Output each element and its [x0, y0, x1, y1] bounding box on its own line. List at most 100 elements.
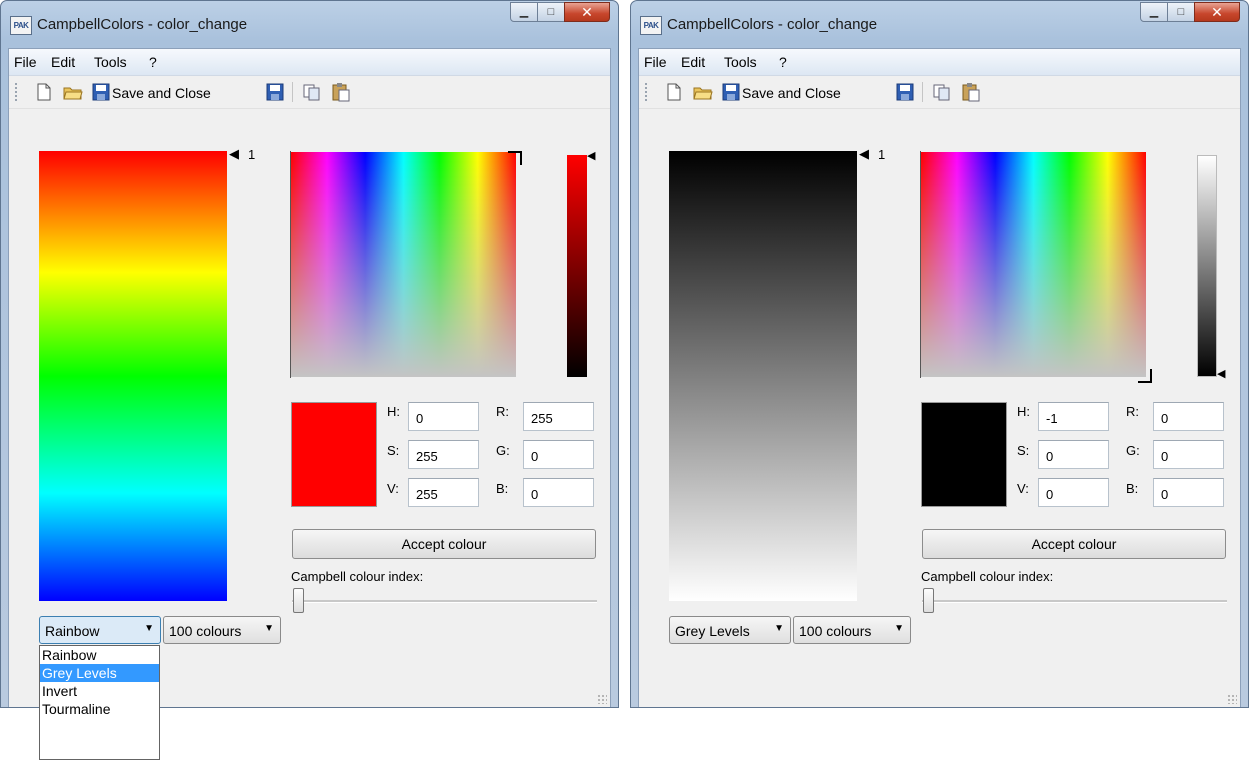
s-field[interactable]: 0	[1038, 440, 1109, 469]
minimize-button[interactable]: ▁	[1140, 2, 1168, 22]
colour-swatch	[921, 402, 1007, 507]
r-label: R:	[496, 404, 509, 419]
new-file-icon[interactable]	[664, 82, 684, 102]
open-folder-icon[interactable]	[693, 82, 713, 102]
save-and-close-button[interactable]: Save and Close	[112, 85, 211, 101]
picker-cursor-icon	[508, 151, 522, 165]
menu-file[interactable]: File	[14, 54, 37, 70]
open-folder-icon[interactable]	[63, 82, 83, 102]
g-label: G:	[1126, 443, 1140, 458]
palette-select[interactable]: Rainbow ▼	[39, 616, 161, 644]
g-field[interactable]: 0	[523, 440, 594, 469]
colour-count-select[interactable]: 100 colours ▼	[163, 616, 281, 644]
copy-icon[interactable]	[302, 82, 322, 102]
palette-option-invert[interactable]: Invert	[40, 682, 159, 700]
new-file-icon[interactable]	[34, 82, 54, 102]
paste-icon[interactable]	[331, 82, 351, 102]
accept-colour-button[interactable]: Accept colour	[922, 529, 1226, 559]
g-field[interactable]: 0	[1153, 440, 1224, 469]
b-label: B:	[496, 481, 509, 496]
h-field[interactable]: 0	[408, 402, 479, 431]
value-slider-bar[interactable]	[567, 155, 587, 377]
hue-saturation-picker[interactable]	[290, 151, 522, 378]
menu-tools[interactable]: Tools	[724, 54, 757, 70]
campbell-index-label: Campbell colour index:	[921, 569, 1054, 584]
toolbar-grip[interactable]	[15, 83, 17, 101]
campbell-index-label: Campbell colour index:	[291, 569, 424, 584]
h-label: H:	[1017, 404, 1030, 419]
palette-option-tourmaline[interactable]: Tourmaline	[40, 700, 159, 718]
colour-count-select[interactable]: 100 colours ▼	[793, 616, 911, 644]
minimize-icon: ▁	[1149, 6, 1159, 18]
palette-select-value: Rainbow	[45, 623, 100, 639]
title-bar[interactable]: PAK CampbellColors - color_change ▁ □ ✕	[631, 1, 1248, 48]
save-icon[interactable]	[91, 82, 111, 102]
window-title: CampbellColors - color_change	[667, 16, 878, 33]
r-field[interactable]: 0	[1153, 402, 1224, 431]
palette-option-grey-levels[interactable]: Grey Levels	[40, 664, 159, 682]
chevron-down-icon: ▼	[894, 623, 904, 634]
b-field[interactable]: 0	[1153, 478, 1224, 507]
resize-grip[interactable]	[1227, 694, 1237, 704]
save-as-icon[interactable]	[895, 82, 915, 102]
colour-index-label: 1	[248, 147, 256, 162]
toolbar-grip[interactable]	[645, 83, 647, 101]
index-marker-icon[interactable]: ◀	[229, 146, 239, 162]
palette-dropdown-list: Rainbow Grey Levels Invert Tourmaline	[39, 645, 160, 760]
r-field[interactable]: 255	[523, 402, 594, 431]
palette-option-rainbow[interactable]: Rainbow	[40, 646, 159, 664]
toolbar-separator	[922, 82, 923, 102]
save-as-icon[interactable]	[265, 82, 285, 102]
value-marker-icon[interactable]: ◀	[587, 149, 595, 162]
save-icon[interactable]	[721, 82, 741, 102]
menu-help[interactable]: ?	[779, 54, 787, 70]
minimize-button[interactable]: ▁	[510, 2, 538, 22]
paste-icon[interactable]	[961, 82, 981, 102]
value-marker-icon[interactable]: ◀	[1217, 367, 1225, 380]
menu-edit[interactable]: Edit	[681, 54, 705, 70]
menu-help[interactable]: ?	[149, 54, 157, 70]
menu-edit[interactable]: Edit	[51, 54, 75, 70]
chevron-down-icon: ▼	[774, 623, 784, 634]
close-button[interactable]: ✕	[564, 2, 610, 22]
maximize-icon: □	[1177, 6, 1185, 18]
toolbar: Save and Close	[639, 76, 1240, 109]
close-button[interactable]: ✕	[1194, 2, 1240, 22]
index-marker-icon[interactable]: ◀	[859, 146, 869, 162]
campbell-index-slider[interactable]	[292, 600, 597, 603]
v-label: V:	[1017, 481, 1029, 496]
hue-saturation-picker[interactable]	[920, 151, 1152, 383]
client-area: File Edit Tools ? Save and Close ◀ 1 ◀ H…	[8, 48, 611, 760]
save-and-close-button[interactable]: Save and Close	[742, 85, 841, 101]
campbell-index-slider-thumb[interactable]	[293, 588, 304, 613]
campbell-index-slider[interactable]	[922, 600, 1227, 603]
maximize-button[interactable]: □	[1167, 2, 1195, 22]
palette-select-value: Grey Levels	[675, 623, 750, 639]
title-bar[interactable]: PAK CampbellColors - color_change ▁ □ ✕	[1, 1, 618, 48]
close-icon: ✕	[581, 4, 593, 20]
accept-colour-button[interactable]: Accept colour	[292, 529, 596, 559]
window-rainbow: PAK CampbellColors - color_change ▁ □ ✕ …	[0, 0, 619, 760]
h-field[interactable]: -1	[1038, 402, 1109, 431]
chevron-down-icon: ▼	[144, 623, 154, 634]
palette-colour-bar[interactable]	[669, 151, 857, 601]
v-field[interactable]: 0	[1038, 478, 1109, 507]
resize-grip[interactable]	[597, 694, 607, 704]
r-label: R:	[1126, 404, 1139, 419]
s-field[interactable]: 255	[408, 440, 479, 469]
menu-tools[interactable]: Tools	[94, 54, 127, 70]
s-label: S:	[387, 443, 400, 458]
menu-file[interactable]: File	[644, 54, 667, 70]
g-label: G:	[496, 443, 510, 458]
v-field[interactable]: 255	[408, 478, 479, 507]
maximize-button[interactable]: □	[537, 2, 565, 22]
copy-icon[interactable]	[932, 82, 952, 102]
campbell-index-slider-thumb[interactable]	[923, 588, 934, 613]
colour-editor: ◀ 1 ◀ H: 0 S: 255 V: 255 R: 255 G: 0 B: …	[9, 109, 610, 760]
colour-editor: ◀ 1 ◀ H: -1 S: 0 V: 0 R: 0 G: 0 B: 0 Acc…	[639, 109, 1240, 707]
value-slider-bar[interactable]	[1197, 155, 1217, 377]
b-field[interactable]: 0	[523, 478, 594, 507]
palette-select[interactable]: Grey Levels ▼	[669, 616, 791, 644]
window-title: CampbellColors - color_change	[37, 16, 248, 33]
palette-colour-bar[interactable]	[39, 151, 227, 601]
